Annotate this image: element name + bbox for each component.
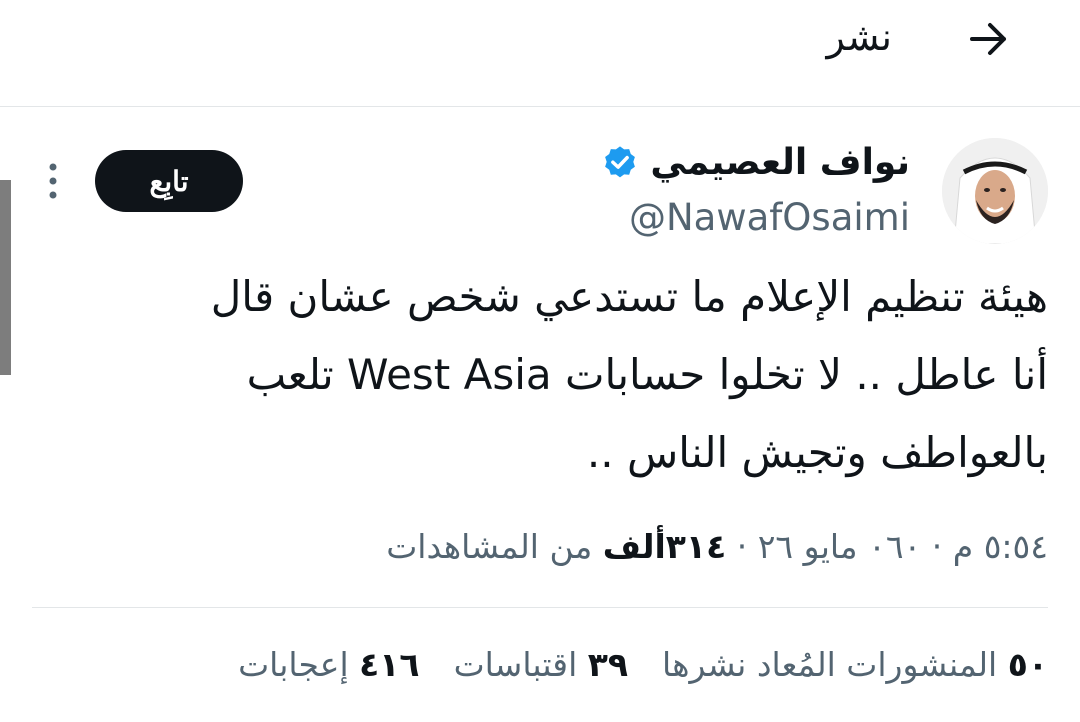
tweet-text-line: أنا عاطل .. لا تخلوا حسابات West Asia تل… xyxy=(246,350,1048,399)
likes-stat[interactable]: ٤١٦ إعجابات xyxy=(238,640,419,690)
tweet-date[interactable]: ٠٦٠ مايو ٢٦ xyxy=(758,527,922,566)
top-bar: نشر xyxy=(0,0,1080,107)
tweet-meta: ٥:٥٤ م · ٠٦٠ مايو ٢٦ · ٣١٤ألف من المشاهد… xyxy=(386,522,1048,572)
quotes-count: ٣٩ xyxy=(587,645,629,684)
page-title: نشر xyxy=(826,15,892,59)
tweet-text: هيئة تنظيم الإعلام ما تستدعي شخص عشان قا… xyxy=(118,258,1048,492)
author-name[interactable]: نواف العصيمي xyxy=(650,138,910,188)
quotes-stat[interactable]: ٣٩ اقتباسات xyxy=(454,640,628,690)
tweet-text-line: هيئة تنظيم الإعلام ما تستدعي شخص عشان قا… xyxy=(210,272,1048,321)
more-vertical-icon xyxy=(49,163,57,199)
reposts-label: المنشورات المُعاد نشرها xyxy=(662,645,998,684)
reposts-stat[interactable]: ٥٠ المنشورات المُعاد نشرها xyxy=(662,640,1048,690)
author-avatar[interactable] xyxy=(942,138,1048,244)
quotes-label: اقتباسات xyxy=(453,645,578,684)
author-handle[interactable]: @NawafOsaimi xyxy=(629,193,910,243)
scrollbar[interactable] xyxy=(0,180,11,375)
views-label: من المشاهدات xyxy=(386,527,593,566)
engagement-stats: ٥٠ المنشورات المُعاد نشرها ٣٩ اقتباسات ٤… xyxy=(238,640,1048,690)
likes-label: إعجابات xyxy=(238,645,349,684)
reposts-count: ٥٠ xyxy=(1007,645,1048,684)
avatar-image xyxy=(942,138,1048,244)
tweet-detail-page: نشر نواف العصيمي @NawafOsaimi تابِع هيئة… xyxy=(0,0,1080,722)
author-name-row[interactable]: نواف العصيمي xyxy=(600,138,910,188)
likes-count: ٤١٦ xyxy=(359,645,420,684)
more-options-button[interactable] xyxy=(38,158,68,204)
tweet-time[interactable]: ٥:٥٤ م xyxy=(953,527,1048,566)
follow-button[interactable]: تابِع xyxy=(95,150,243,212)
divider xyxy=(32,607,1048,608)
views-count[interactable]: ٣١٤ألف xyxy=(603,527,726,566)
meta-separator: · xyxy=(726,527,758,566)
meta-separator: · xyxy=(921,527,953,566)
back-button[interactable] xyxy=(966,17,1010,61)
tweet-text-line: بالعواطف وتجيش الناس .. xyxy=(586,428,1048,477)
arrow-right-icon xyxy=(970,23,1006,55)
verified-badge-icon xyxy=(600,143,640,183)
